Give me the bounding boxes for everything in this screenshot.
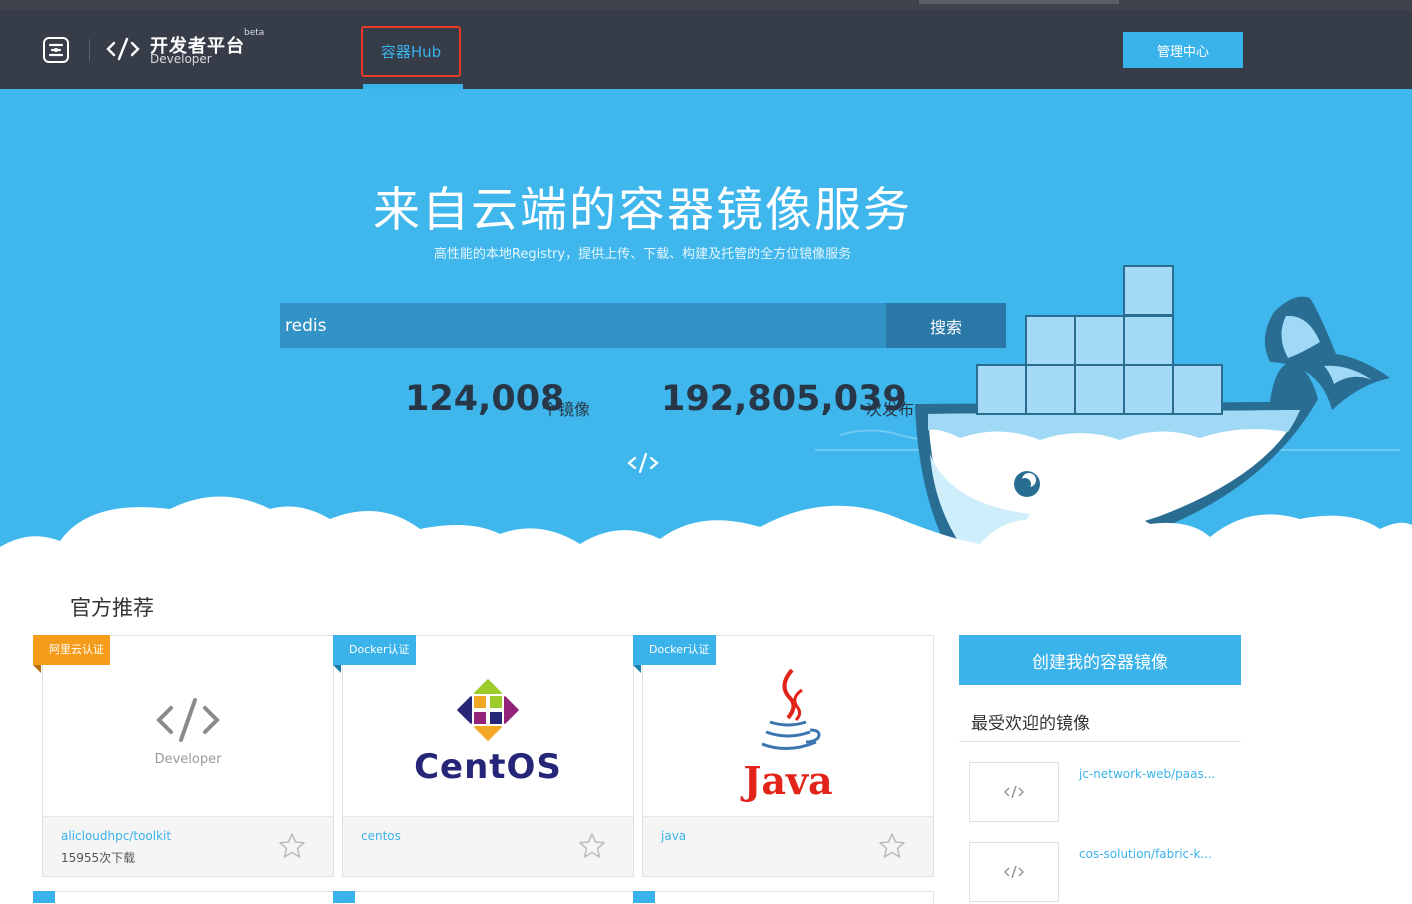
code-icon xyxy=(1003,785,1025,799)
code-icon xyxy=(106,37,140,61)
search-button[interactable]: 搜索 xyxy=(886,303,1006,348)
code-icon xyxy=(627,452,659,474)
card-footer: alicloudhpc/toolkit 15955次下载 xyxy=(43,816,333,876)
image-card[interactable]: Java java Docker认证 xyxy=(633,635,934,877)
popular-image-name[interactable]: jc-network-web/paas... xyxy=(1079,767,1215,781)
management-center-button[interactable]: 管理中心 xyxy=(1123,32,1243,68)
badge-strip xyxy=(333,891,355,903)
badge-strip xyxy=(33,891,55,903)
image-card[interactable] xyxy=(333,891,634,904)
divider xyxy=(959,741,1241,742)
top-strip-indicator xyxy=(919,0,1119,4)
image-card[interactable] xyxy=(633,891,934,904)
beta-badge: beta xyxy=(244,28,265,38)
java-icon xyxy=(761,668,821,750)
images-count: 124,008 xyxy=(405,379,565,419)
image-card[interactable] xyxy=(33,891,334,904)
card-image-name[interactable]: alicloudhpc/toolkit xyxy=(61,829,171,843)
logo-divider xyxy=(89,39,90,61)
card-footer: centos xyxy=(343,816,633,876)
developer-icon xyxy=(156,697,220,742)
image-card[interactable]: CentOS centos Docker认证 xyxy=(333,635,634,877)
centos-logo-text: CentOS xyxy=(414,747,562,787)
brand-subtitle: Developer xyxy=(150,52,212,66)
aliyun-logo-icon[interactable] xyxy=(43,37,69,63)
publish-unit: 次发布 xyxy=(866,400,915,419)
star-icon[interactable] xyxy=(277,831,307,861)
centos-icon xyxy=(454,676,522,744)
images-unit: 个镜像 xyxy=(542,400,591,419)
card-image-name[interactable]: java xyxy=(661,829,686,843)
badge-docker-certified: Docker认证 xyxy=(633,635,716,665)
hero-title: 来自云端的容器镜像服务 xyxy=(373,183,912,238)
card-image-name[interactable]: centos xyxy=(361,829,401,843)
top-header: 开发者平台 Developer beta 容器Hub 管理中心 xyxy=(0,10,1412,89)
popular-image-thumbnail[interactable] xyxy=(969,762,1059,822)
popular-image-thumbnail[interactable] xyxy=(969,842,1059,902)
badge-fold xyxy=(633,665,641,673)
badge-strip xyxy=(633,891,655,903)
developer-logo-text: Developer xyxy=(154,751,222,767)
card-footer: java xyxy=(643,816,933,876)
page: 开发者平台 Developer beta 容器Hub 管理中心 来自云端的容器镜… xyxy=(0,0,1412,904)
badge-aliyun-certified: 阿里云认证 xyxy=(33,635,110,665)
top-strip xyxy=(0,0,1412,10)
card-downloads: 15955次下载 xyxy=(61,851,136,865)
hero-banner: 来自云端的容器镜像服务 高性能的本地Registry，提供上传、下载、构建及托管… xyxy=(0,89,1412,569)
search-input[interactable] xyxy=(280,303,886,348)
popular-images-title: 最受欢迎的镜像 xyxy=(971,714,1090,734)
nav-tab-container-hub[interactable]: 容器Hub xyxy=(361,26,461,77)
star-icon[interactable] xyxy=(877,831,907,861)
create-image-button[interactable]: 创建我的容器镜像 xyxy=(959,635,1241,685)
badge-fold xyxy=(33,665,41,673)
badge-docker-certified: Docker认证 xyxy=(333,635,416,665)
badge-fold xyxy=(333,665,341,673)
code-icon xyxy=(1003,865,1025,879)
popular-image-name[interactable]: cos-solution/fabric-k... xyxy=(1079,847,1212,861)
java-logo-text: Java xyxy=(743,757,833,803)
section-title-recommended: 官方推荐 xyxy=(70,596,154,620)
image-card[interactable]: Developer alicloudhpc/toolkit 15955次下载 阿… xyxy=(33,635,334,877)
star-icon[interactable] xyxy=(577,831,607,861)
clouds-decoration xyxy=(0,496,1412,569)
